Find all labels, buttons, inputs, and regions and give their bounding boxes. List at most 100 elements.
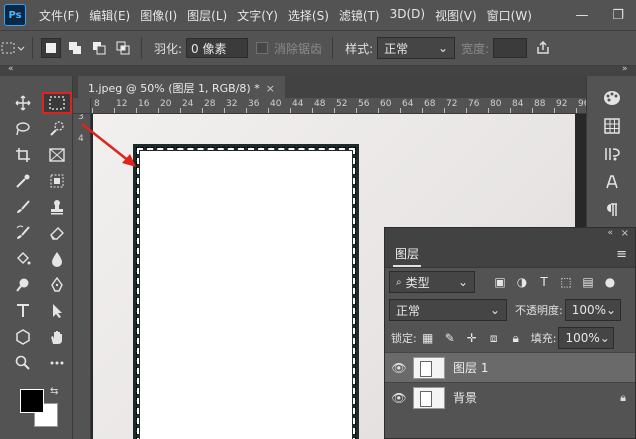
more-tools[interactable] — [42, 352, 72, 374]
menu-type[interactable]: 文字(Y) — [232, 7, 283, 24]
new-selection-button[interactable] — [41, 38, 61, 58]
style-select[interactable]: 正常 ⌄ — [377, 37, 456, 59]
ruler-tick-label: 40 — [270, 99, 282, 109]
separator — [32, 37, 33, 59]
hand-tool[interactable] — [42, 326, 72, 348]
layer-row-background[interactable]: 👁︎ 背景 🔒︎ — [385, 382, 635, 412]
menu-window[interactable]: 窗口(W) — [482, 7, 537, 24]
menu-file[interactable]: 文件(F) — [34, 7, 84, 24]
filter-pixel-icon[interactable]: ▣ — [489, 275, 511, 289]
foreground-color-swatch[interactable] — [20, 389, 44, 413]
history-brush-tool[interactable] — [8, 222, 38, 244]
eyedropper-tool[interactable] — [8, 170, 38, 192]
ruler-tick-label: 32 — [226, 99, 238, 109]
shape-tool[interactable] — [8, 326, 38, 348]
lock-artboard-icon[interactable]: ⧈ — [483, 331, 505, 346]
minimize-button[interactable]: — — [564, 8, 600, 23]
collapse-left-icon[interactable]: « — [8, 64, 14, 74]
ruler-tick-mark — [136, 108, 137, 113]
hexagon-icon — [16, 329, 30, 345]
layer-name[interactable]: 图层 1 — [453, 359, 635, 376]
filter-toggle-icon[interactable]: ● — [599, 275, 621, 289]
subtract-selection-button[interactable] — [89, 38, 109, 58]
eye-icon[interactable]: 👁︎ — [385, 391, 413, 405]
paint-bucket-icon — [17, 252, 31, 265]
antialias-checkbox[interactable] — [256, 42, 269, 54]
photoshop-logo: Ps — [4, 4, 26, 26]
swatches-panel-button[interactable] — [587, 112, 636, 140]
chevron-down-icon: ⌄ — [489, 303, 500, 317]
menu-view[interactable]: 视图(V) — [430, 7, 482, 24]
add-selection-icon — [69, 42, 81, 54]
close-icon[interactable]: × — [266, 82, 275, 95]
eraser-tool[interactable] — [42, 222, 72, 244]
blend-mode-select[interactable]: 正常 ⌄ — [389, 299, 507, 321]
stamp-tool[interactable] — [42, 196, 72, 218]
zoom-tool[interactable] — [8, 352, 38, 374]
menu-image[interactable]: 图像(I) — [135, 7, 182, 24]
ruler-tick-mark — [246, 108, 247, 113]
tool-preset-picker[interactable] — [0, 35, 26, 61]
lock-transparent-icon[interactable]: ▦ — [417, 331, 439, 345]
character-panel-button[interactable] — [587, 168, 636, 196]
paragraph-panel-button[interactable] — [587, 196, 636, 224]
ruler-tick-mark — [290, 108, 291, 113]
menu-edit[interactable]: 编辑(E) — [84, 7, 135, 24]
rect-marquee-tool[interactable] — [42, 92, 72, 114]
lock-image-icon[interactable]: ✎ — [439, 331, 461, 345]
ruler-tick-mark — [268, 108, 269, 113]
opacity-label: 不透明度: — [515, 304, 563, 317]
layer-name[interactable]: 背景 — [453, 389, 611, 406]
paint-bucket-tool[interactable] — [8, 248, 38, 270]
ruler-tick-mark — [114, 108, 115, 113]
share-button[interactable] — [531, 41, 555, 55]
color-panel-button[interactable] — [587, 84, 636, 112]
menu-3d[interactable]: 3D(D) — [385, 7, 430, 24]
lock-position-icon[interactable]: ✛ — [461, 331, 483, 345]
brush-tool[interactable] — [8, 196, 38, 218]
intersect-selection-button[interactable] — [113, 38, 133, 58]
object-selection-tool[interactable] — [42, 170, 72, 192]
eye-icon[interactable]: 👁︎ — [385, 361, 413, 375]
fill-input[interactable]: 100% ⌄ — [558, 327, 615, 349]
collapse-panel-icon[interactable]: « — [607, 228, 613, 238]
close-panel-icon[interactable]: × — [621, 228, 629, 239]
layers-tab[interactable]: 图层 — [393, 242, 422, 267]
selection-marquee[interactable] — [136, 147, 356, 439]
crop-tool[interactable] — [8, 144, 38, 166]
frame-tool[interactable] — [42, 144, 72, 166]
filter-adjustment-icon[interactable]: ◑ — [511, 275, 533, 289]
quick-selection-tool[interactable] — [42, 118, 72, 140]
layer-filter-select[interactable]: ⌕ 类型 ⌄ — [389, 271, 475, 293]
document-tab[interactable]: 1.jpeg @ 50% (图层 1, RGB/8) * × — [78, 76, 285, 98]
adjustments-panel-button[interactable] — [587, 140, 636, 168]
feather-input[interactable]: 0 像素 — [186, 38, 249, 58]
menu-layer[interactable]: 图层(L) — [182, 7, 232, 24]
move-tool[interactable] — [8, 92, 38, 114]
ruler-tick-mark — [312, 108, 313, 113]
blur-tool[interactable] — [42, 248, 72, 270]
fill-label: 填充: — [530, 332, 557, 345]
dodge-tool[interactable] — [8, 274, 38, 296]
move-icon — [15, 95, 31, 111]
path-selection-tool[interactable] — [42, 300, 72, 322]
opacity-input[interactable]: 100% ⌄ — [564, 299, 621, 321]
pen-tool[interactable] — [42, 274, 72, 296]
maximize-button[interactable]: ❐ — [600, 8, 636, 23]
panel-menu-icon[interactable]: ≡ — [616, 247, 627, 262]
swap-colors-icon[interactable]: ⇆ — [50, 386, 58, 397]
type-tool[interactable] — [8, 300, 38, 322]
lock-all-icon[interactable]: 🔒︎ — [505, 331, 527, 346]
layer-row-layer1[interactable]: 👁︎ 图层 1 — [385, 352, 635, 382]
separator — [141, 37, 142, 59]
lasso-tool[interactable] — [8, 118, 38, 140]
add-selection-button[interactable] — [65, 38, 85, 58]
filter-shape-icon[interactable]: ⬚ — [555, 275, 577, 289]
filter-type-icon[interactable]: T — [533, 275, 555, 289]
width-input[interactable] — [493, 38, 528, 58]
menu-filter[interactable]: 滤镜(T) — [334, 7, 385, 24]
collapse-right-icon[interactable]: » — [622, 64, 628, 74]
menu-select[interactable]: 选择(S) — [283, 7, 334, 24]
filter-smartobject-icon[interactable]: ▤ — [577, 275, 599, 289]
window-controls: — ❐ — [564, 0, 636, 30]
